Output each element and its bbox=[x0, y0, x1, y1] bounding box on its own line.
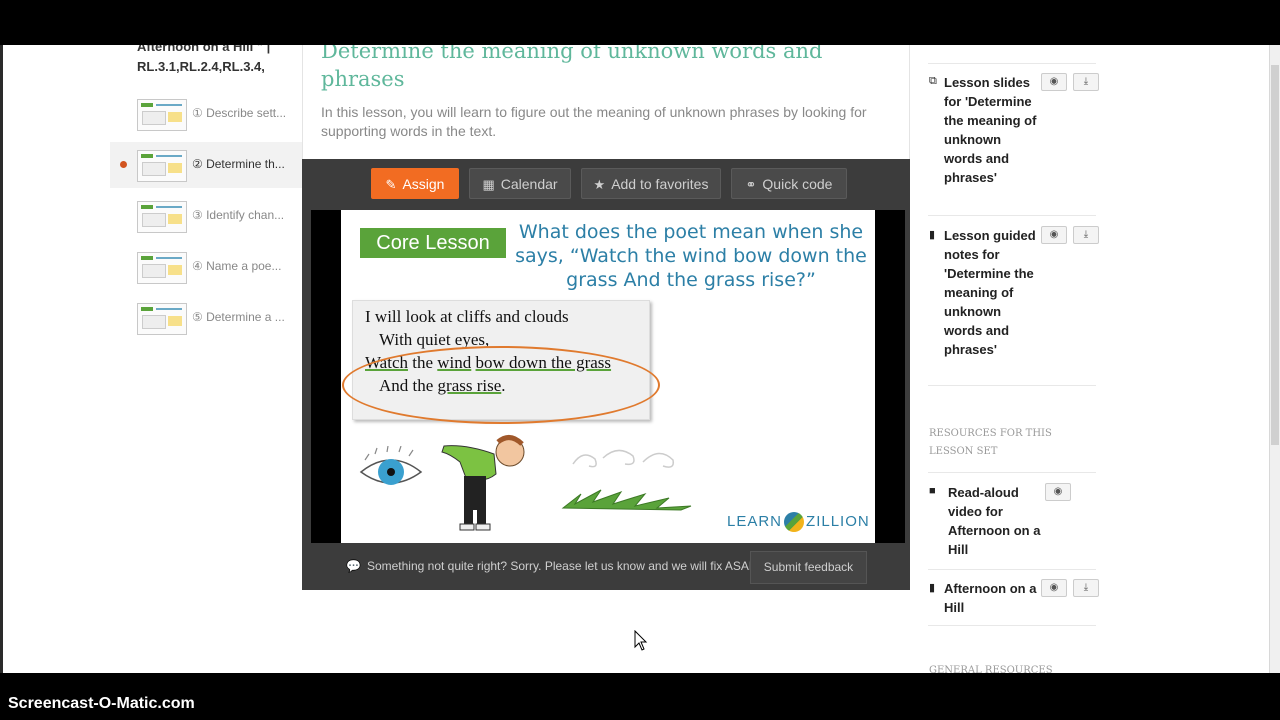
preview-icon[interactable]: ◉ bbox=[1041, 226, 1067, 244]
lesson-item[interactable]: ⑤ Determine a ... bbox=[110, 295, 302, 341]
divider bbox=[928, 385, 1096, 386]
logo-mark-icon bbox=[784, 512, 805, 532]
assign-label: Assign bbox=[402, 176, 445, 192]
document-icon: ▮ bbox=[929, 229, 936, 241]
lesson-thumbnail bbox=[137, 252, 187, 284]
download-icon[interactable]: ⤓ bbox=[1073, 226, 1099, 244]
preview-icon[interactable]: ◉ bbox=[1041, 579, 1067, 597]
resource-item[interactable]: ■ Read-aloud video for Afternoon on a Hi… bbox=[929, 483, 1099, 563]
lesson-item[interactable]: ③ Identify chan... bbox=[110, 193, 302, 239]
lesson-set-title-line1: Afternoon on a Hill " | bbox=[137, 45, 271, 54]
lesson-set-title-line2: RL.3.1,RL.2.4,RL.3.4, bbox=[137, 59, 265, 74]
boy-illustration bbox=[441, 435, 525, 531]
divider bbox=[928, 472, 1096, 473]
document-icon: ▮ bbox=[929, 582, 936, 594]
wind-swirls-illustration bbox=[572, 449, 675, 468]
scrollbar-thumb[interactable] bbox=[1271, 65, 1279, 445]
lesson-item-label: ① Describe sett... bbox=[192, 106, 287, 120]
divider bbox=[928, 569, 1096, 570]
lesson-set-resources-heading: RESOURCES FOR THIS LESSON SET bbox=[929, 428, 1052, 457]
lesson-item-active[interactable]: ② Determine th... bbox=[110, 142, 302, 188]
download-icon[interactable]: ⤓ bbox=[1073, 579, 1099, 597]
divider bbox=[928, 625, 1096, 626]
poem-line: I will look at cliffs and clouds bbox=[365, 307, 569, 326]
video-frame[interactable]: Core Lesson What does the poet mean when… bbox=[311, 210, 905, 543]
mouse-cursor-icon bbox=[634, 630, 648, 651]
learnzillion-logo: LEARN ZILLION bbox=[727, 512, 870, 532]
lesson-description: In this lesson, you will learn to figure… bbox=[321, 104, 867, 139]
lesson-player: ✎ Assign ▦ Calendar ★ Add to favorites ⚭ Qui… bbox=[302, 159, 910, 590]
resource-label[interactable]: Afternoon on a Hill bbox=[944, 579, 1040, 617]
lesson-set-title[interactable]: Afternoon on a Hill " | RL.3.1,RL.2.4,RL… bbox=[137, 45, 302, 77]
lesson-item-label: ② Determine th... bbox=[192, 157, 285, 171]
resource-label[interactable]: Lesson guided notes for 'Determine the m… bbox=[944, 226, 1040, 359]
link-icon: ⚭ bbox=[745, 177, 757, 192]
pencil-icon: ✎ bbox=[385, 177, 397, 192]
calendar-label: Calendar bbox=[500, 176, 558, 192]
quick-code-label: Quick code bbox=[762, 176, 833, 192]
logo-text-left: LEARN bbox=[727, 512, 783, 530]
core-lesson-badge: Core Lesson bbox=[360, 228, 506, 258]
lesson-thumbnail bbox=[137, 99, 187, 131]
grass-illustration bbox=[561, 489, 692, 511]
current-lesson-dot bbox=[120, 161, 127, 168]
lesson-title: Determine the meaning of unknown words a… bbox=[321, 45, 823, 91]
preview-icon[interactable]: ◉ bbox=[1045, 483, 1071, 501]
resource-item[interactable]: ⧉ Lesson slides for 'Determine the meani… bbox=[929, 73, 1099, 233]
resource-item[interactable]: ▮ Lesson guided notes for 'Determine the… bbox=[929, 226, 1099, 376]
lesson-thumbnail bbox=[137, 150, 187, 182]
lesson-item-label: ③ Identify chan... bbox=[192, 208, 285, 222]
lesson-sidebar: Afternoon on a Hill " | RL.3.1,RL.2.4,RL… bbox=[110, 45, 302, 673]
add-to-favorites-button[interactable]: ★ Add to favorites bbox=[581, 168, 721, 199]
vertical-scrollbar[interactable] bbox=[1269, 45, 1280, 673]
page: Afternoon on a Hill " | RL.3.1,RL.2.4,RL… bbox=[0, 45, 1280, 673]
lesson-item[interactable]: ④ Name a poe... bbox=[110, 244, 302, 290]
lesson-thumbnail bbox=[137, 201, 187, 233]
copy-icon: ⧉ bbox=[929, 75, 937, 87]
lesson-item-label: ④ Name a poe... bbox=[192, 259, 282, 273]
video-icon: ■ bbox=[929, 485, 936, 497]
slide-question: What does the poet mean when she says, “… bbox=[515, 221, 867, 291]
divider bbox=[909, 45, 910, 165]
resource-item[interactable]: ▮ Afternoon on a Hill ◉ ⤓ bbox=[929, 579, 1099, 623]
general-resources-heading: GENERAL RESOURCES bbox=[929, 665, 1053, 673]
resource-label[interactable]: Read-aloud video for Afternoon on a Hill bbox=[948, 483, 1044, 559]
window-edge bbox=[0, 45, 3, 673]
star-icon: ★ bbox=[593, 177, 606, 192]
lesson-item[interactable]: ① Describe sett... bbox=[110, 91, 302, 137]
favorites-label: Add to favorites bbox=[611, 176, 709, 192]
calendar-button[interactable]: ▦ Calendar bbox=[469, 168, 571, 199]
lesson-slide: Core Lesson What does the poet mean when… bbox=[341, 210, 875, 543]
submit-feedback-button[interactable]: Submit feedback bbox=[750, 551, 867, 584]
assign-button[interactable]: ✎ Assign bbox=[371, 168, 459, 199]
logo-text-right: ZILLION bbox=[806, 512, 870, 530]
feedback-text: Something not quite right? Sorry. Please… bbox=[366, 559, 761, 573]
screencast-watermark: Screencast-O-Matic.com bbox=[8, 695, 195, 712]
quick-code-button[interactable]: ⚭ Quick code bbox=[731, 168, 847, 199]
download-icon[interactable]: ⤓ bbox=[1073, 73, 1099, 91]
feedback-message: 💬 Something not quite right? Sorry. Pleas… bbox=[346, 559, 760, 573]
preview-icon[interactable]: ◉ bbox=[1041, 73, 1067, 91]
feedback-bar: 💬 Something not quite right? Sorry. Pleas… bbox=[302, 547, 910, 590]
divider bbox=[928, 63, 1096, 64]
highlight-oval bbox=[342, 346, 660, 424]
resource-label[interactable]: Lesson slides for 'Determine the meaning… bbox=[944, 73, 1040, 187]
calendar-icon: ▦ bbox=[482, 177, 495, 192]
eye-illustration bbox=[359, 446, 423, 485]
divider bbox=[928, 215, 1096, 216]
lesson-item-label: ⑤ Determine a ... bbox=[192, 310, 285, 324]
lesson-thumbnail bbox=[137, 303, 187, 335]
speech-bubble-icon: 💬 bbox=[346, 559, 361, 573]
